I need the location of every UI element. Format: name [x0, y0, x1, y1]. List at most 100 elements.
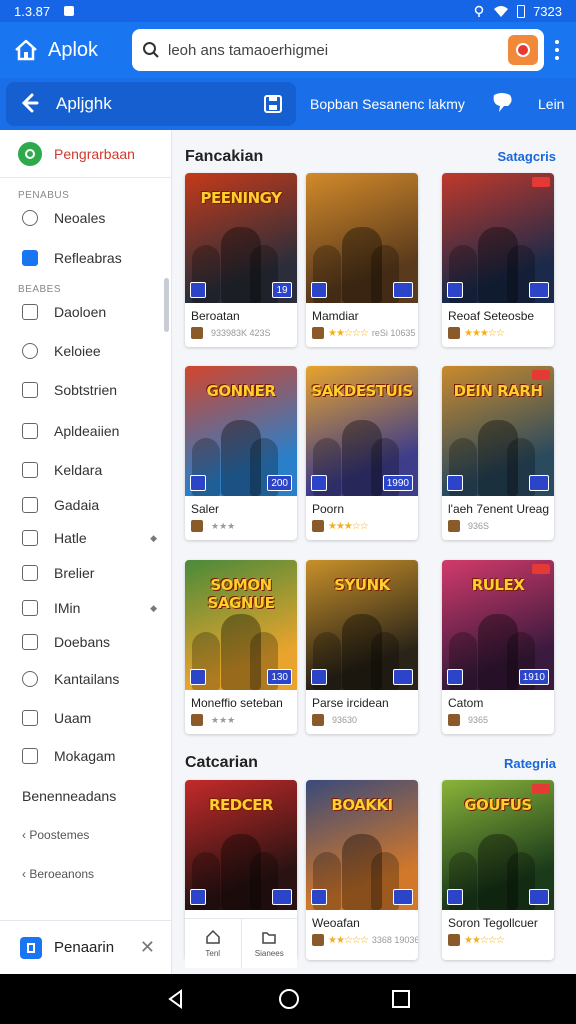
game-logo: SYUNK	[334, 576, 390, 594]
game-cover-image	[306, 173, 418, 303]
rating-badge	[272, 889, 292, 905]
close-icon[interactable]: ✕	[140, 937, 155, 958]
voice-search-button[interactable]	[508, 35, 538, 65]
sidebar-item-label: Kantailans	[54, 671, 120, 687]
sidebar-footer[interactable]: Penaarin ✕	[0, 920, 171, 974]
character-figure	[342, 834, 382, 910]
sidebar-item[interactable]: Apldeaiien	[0, 413, 171, 449]
platform-icon	[311, 889, 327, 905]
game-logo: REDCER	[208, 796, 274, 814]
character-figure	[221, 834, 261, 910]
character-figure	[221, 420, 261, 496]
nav-home[interactable]: Tenl	[185, 919, 241, 968]
tag-icon	[22, 748, 38, 764]
game-card[interactable]: GONNER 200 Saler ★★★	[185, 366, 297, 540]
sidebar-link[interactable]: ‹ Poostemes	[22, 828, 89, 842]
game-card[interactable]: BOAKKI Weoafan ★★☆☆☆ 3368 19036	[306, 780, 418, 960]
sidebar-link[interactable]: ‹ Beroeanons	[22, 867, 94, 881]
search-input[interactable]: leoh ans tamaoerhigmei	[132, 29, 544, 71]
chat-icon[interactable]	[490, 92, 514, 114]
new-tag-icon	[532, 370, 550, 380]
platform-icon	[311, 475, 327, 491]
rating-badge	[529, 889, 549, 905]
sidebar-item[interactable]: Doebans	[0, 624, 171, 660]
home-button-icon[interactable]	[278, 988, 300, 1010]
more-link[interactable]: Lein	[538, 96, 564, 112]
recents-icon[interactable]	[392, 990, 410, 1008]
sidebar-item[interactable]: Keloiee	[0, 333, 171, 369]
mic-icon	[516, 43, 530, 57]
star-rating: ★★★☆☆	[328, 520, 369, 532]
section-link[interactable]: Rategria	[504, 756, 556, 771]
game-title: Parse ircidean	[312, 696, 389, 710]
sidebar-item[interactable]: Keldara	[0, 452, 171, 488]
sidebar-link[interactable]: Benenneadans	[22, 788, 116, 804]
platform-icon	[447, 669, 463, 685]
game-title: Weoafan	[312, 916, 360, 930]
game-meta: 93630	[306, 710, 418, 734]
game-card[interactable]: Reoaf Seteosbe ★★★☆☆	[442, 173, 554, 347]
game-card[interactable]: SOMON SAGNUE 130 Moneffio seteban ★★★	[185, 560, 297, 734]
game-meta-text: ★★★	[211, 520, 236, 531]
platform-icon	[190, 669, 206, 685]
game-card[interactable]: Mamdiar ★★☆☆☆ reSi 10635	[306, 173, 418, 347]
sidebar-item[interactable]: Uaam	[0, 700, 171, 736]
game-title: Reoaf Seteosbe	[448, 309, 535, 323]
character-figure	[342, 420, 382, 496]
game-card[interactable]: SYUNK Parse ircidean 93630	[306, 560, 418, 734]
game-logo: RULEX	[471, 576, 525, 594]
promo-link[interactable]: Bopban Sesanenc lakmy	[310, 96, 465, 112]
sidebar-item[interactable]: Refleabras	[0, 240, 171, 276]
game-title: Catom	[448, 696, 484, 710]
game-card[interactable]: DEIN RARH l'aeh 7enent Ureag 936S	[442, 366, 554, 540]
game-card[interactable]: PEENINGY 19 Beroatan 933983K 423S	[185, 173, 297, 347]
publisher-icon	[448, 714, 460, 726]
circle-icon	[22, 343, 38, 359]
sidebar-item[interactable]: Daoloen	[0, 294, 171, 330]
nav-saved[interactable]: Sianees	[240, 919, 298, 968]
publisher-icon	[312, 714, 324, 726]
app-title: Aplok	[48, 38, 99, 61]
sidebar-item[interactable]: Hatle ◆	[0, 520, 171, 556]
section-title: Fancakian	[185, 148, 264, 165]
game-logo: GONNER	[206, 382, 276, 400]
game-card[interactable]: SAKDESTUIS 1990 Poorn ★★★☆☆	[306, 366, 418, 540]
back-icon[interactable]	[166, 989, 186, 1009]
game-card[interactable]: GOUFUS Soron Tegollcuer ★★☆☆☆	[442, 780, 554, 960]
game-meta-text: 93630	[332, 715, 358, 725]
status-time: 1.3.87	[14, 3, 51, 19]
game-meta-text: ★★★	[211, 714, 236, 725]
publisher-icon	[448, 327, 460, 339]
expand-icon[interactable]: ◆	[150, 603, 157, 614]
expand-icon[interactable]: ◆	[150, 533, 157, 544]
publisher-icon	[312, 327, 324, 339]
game-title: Mamdiar	[312, 309, 359, 323]
game-card[interactable]: RULEX 1910 Catom 9365	[442, 560, 554, 734]
game-meta: ★★★☆☆	[306, 516, 418, 540]
sidebar-item-label: Brelier	[54, 565, 95, 581]
sidebar-item[interactable]: Gadaia	[0, 487, 171, 523]
sidebar-item[interactable]: Neoales	[0, 200, 171, 236]
game-meta: ★★★	[185, 516, 297, 540]
home-icon[interactable]	[12, 36, 40, 64]
more-options-icon[interactable]	[550, 40, 564, 60]
new-tag-icon	[532, 177, 550, 187]
section-link[interactable]: Satagcris	[497, 149, 556, 164]
sidebar-header[interactable]: Pengrarbaan	[0, 130, 171, 178]
back-arrow-icon[interactable]	[20, 92, 40, 114]
profile-icon	[18, 141, 42, 166]
game-logo: PEENINGY	[200, 189, 282, 207]
sidebar-item[interactable]: IMin ◆	[0, 590, 171, 626]
sidebar-item[interactable]: Sobtstrien	[0, 372, 171, 408]
sidebar-item-label: Refleabras	[54, 250, 122, 266]
section-title: Catcarian	[185, 754, 258, 771]
sidebar-item[interactable]: Brelier	[0, 555, 171, 591]
checkbox-icon	[22, 250, 38, 266]
sort-icon	[22, 600, 38, 616]
sidebar-item[interactable]: Kantailans	[0, 661, 171, 697]
sidebar-item-label: Gadaia	[54, 497, 100, 513]
sidebar-item[interactable]: Mokagam	[0, 738, 171, 774]
save-icon[interactable]	[263, 94, 283, 114]
mail-icon	[22, 497, 38, 513]
game-cover-image: REDCER	[185, 780, 297, 910]
